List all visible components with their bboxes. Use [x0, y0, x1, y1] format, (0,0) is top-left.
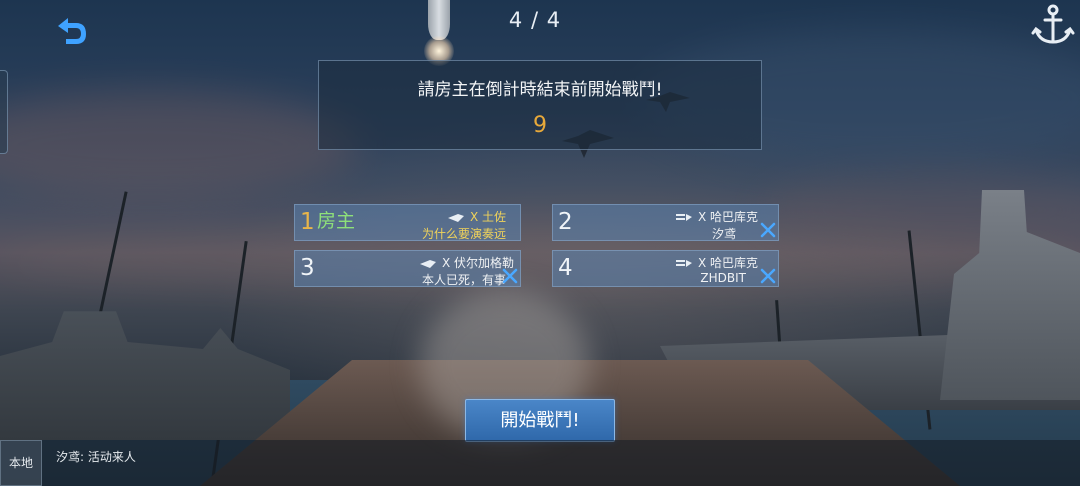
back-arrow-icon: [58, 18, 86, 44]
ship-label: X 哈巴库克: [675, 208, 758, 225]
ship-class-icon: [675, 259, 692, 267]
ship-label: X 哈巴库克: [675, 254, 758, 271]
start-battle-button[interactable]: 開始戰鬥!: [465, 399, 615, 442]
page-counter: 4 / 4: [508, 8, 562, 32]
kick-player-close-icon[interactable]: [502, 268, 518, 284]
slot-number: 3: [300, 255, 315, 281]
ship-class-icon: [419, 259, 436, 268]
slot-number: 1: [300, 209, 315, 235]
ship-name: X 土佐: [469, 210, 506, 224]
slot-number: 4: [558, 255, 573, 281]
anchor-button[interactable]: [1030, 2, 1076, 48]
host-label: 房主: [317, 210, 356, 232]
missile: [428, 0, 450, 40]
slot-number: 2: [558, 209, 573, 235]
back-button[interactable]: [52, 16, 92, 50]
ship-class-icon: [675, 213, 692, 221]
player-slot-3[interactable]: 3 X 伏尔加格勒 本人已死，有事: [294, 250, 521, 287]
ship-class-icon: [447, 213, 464, 222]
ship-name: X 哈巴库克: [697, 256, 758, 270]
ship-label: X 土佐: [447, 208, 506, 225]
ship-name: X 哈巴库克: [697, 210, 758, 224]
chat-channel-button[interactable]: 本地: [0, 440, 42, 486]
player-name: 为什么要演奏远: [421, 227, 506, 241]
anchor-icon: [1031, 4, 1075, 44]
left-warship: [0, 311, 290, 440]
player-name: 汐鸢: [711, 227, 736, 241]
kick-player-close-icon[interactable]: [760, 222, 776, 238]
player-slot-2[interactable]: 2 X 哈巴库克 汐鸢: [552, 204, 779, 241]
chat-bar: 本地 汐鸢: 活动来人: [0, 440, 1080, 486]
countdown-notice-panel: 請房主在倒計時結束前開始戰鬥! 9: [318, 60, 762, 150]
notice-message: 請房主在倒計時結束前開始戰鬥!: [417, 80, 663, 100]
side-panel-tab[interactable]: [0, 70, 8, 154]
player-slot-4[interactable]: 4 X 哈巴库克 ZHDBIT: [552, 250, 779, 287]
player-slot-1[interactable]: 1 房主 X 土佐 为什么要演奏远: [294, 204, 521, 241]
countdown-timer: 9: [533, 113, 547, 138]
kick-player-close-icon[interactable]: [760, 268, 776, 284]
player-name: 本人已死，有事: [421, 273, 506, 287]
player-name: ZHDBIT: [700, 271, 746, 285]
ship-label: X 伏尔加格勒: [419, 254, 514, 271]
chat-message: 汐鸢: 活动来人: [56, 450, 136, 464]
